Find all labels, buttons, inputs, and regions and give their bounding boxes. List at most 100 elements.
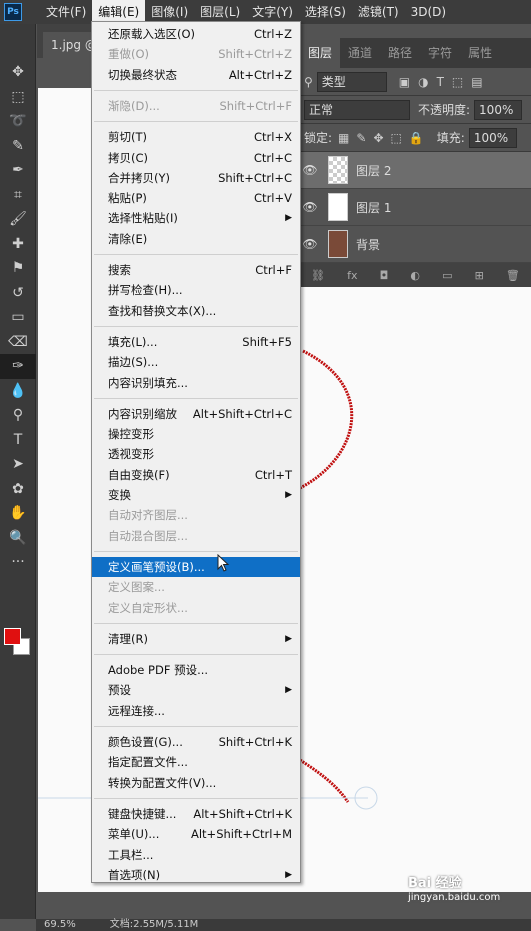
menu-item-label: 透视变形 [108,447,154,462]
menu-item-label: 填充(L)... [108,334,158,349]
edit-menu-item[interactable]: 重做(O) Shift+Ctrl+Z [92,44,300,64]
stamp-icon[interactable]: ⚑ [0,256,36,281]
menu-item-label: 定义图案... [108,580,165,595]
layer-filter-select[interactable]: 类型 [316,71,387,92]
edit-menu-item[interactable]: 变换 ▶ [92,485,300,505]
edit-menu-item[interactable]: 清除(E) [92,229,300,249]
layer-row[interactable]: 👁 图层 2 [300,152,531,189]
eraser-icon[interactable]: ⌫ [0,330,36,355]
path-select-icon[interactable]: ➤ [0,452,36,477]
watermark-url: jingyan.baidu.com [408,892,501,903]
eye-icon[interactable]: 👁 [300,163,320,177]
blur-icon[interactable]: 💧 [0,379,36,404]
panel-tab[interactable]: 图层 [300,38,341,68]
edit-menu-item[interactable]: 选择性粘贴(I) ▶ [92,208,300,228]
panel-tab[interactable]: 通道 [340,38,380,68]
edit-menu-item[interactable]: 透视变形 [92,444,300,464]
more-icon[interactable]: ··· [0,550,36,575]
edit-menu-item[interactable]: 颜色设置(G)... Shift+Ctrl+K [92,732,300,752]
mask-icon[interactable]: ◘ [380,269,389,282]
eye-icon[interactable]: 👁 [300,237,320,251]
foreground-color-swatch[interactable] [4,628,21,645]
menu-item-shortcut: Alt+Ctrl+Z [228,67,292,82]
layer-row[interactable]: 👁 图层 1 [300,189,531,226]
edit-menu-item[interactable]: 内容识别填充... [92,373,300,393]
trash-icon[interactable]: 🗑 [506,269,520,282]
eye-icon[interactable]: 👁 [300,200,320,214]
filter-icons[interactable]: ▣◑T⬚▤ [399,75,491,89]
menubar-item[interactable]: 选择(S) [299,0,352,24]
edit-menu-item[interactable]: 工具栏... [92,845,300,865]
edit-menu-item[interactable]: 合并拷贝(Y) Shift+Ctrl+C [92,168,300,188]
menubar-item[interactable]: 3D(D) [405,0,452,24]
menubar-item[interactable]: 滤镜(T) [352,0,405,24]
edit-menu-item[interactable]: 搜索 Ctrl+F [92,260,300,280]
edit-menu-item[interactable]: 查找和替换文本(X)... [92,301,300,321]
edit-menu-item[interactable]: 切换最终状态 Alt+Ctrl+Z [92,65,300,85]
edit-menu-item[interactable]: 还原载入选区(O) Ctrl+Z [92,24,300,44]
blend-mode-select[interactable]: 正常 [304,99,410,120]
text-icon[interactable]: T [0,428,36,453]
edit-menu-item[interactable]: 清理(R) ▶ [92,629,300,649]
panel-tab[interactable]: 字符 [420,38,460,68]
submenu-arrow-icon: ▶ [285,490,292,500]
edit-menu-item[interactable]: 粘贴(P) Ctrl+V [92,188,300,208]
move-icon[interactable]: ✥ [0,60,36,85]
eyedropper-icon[interactable]: ✒ [0,158,36,183]
edit-menu-item[interactable]: 菜单(U)... Alt+Shift+Ctrl+M [92,824,300,844]
dodge-icon[interactable]: ⚲ [0,403,36,428]
fx-icon[interactable]: fx [347,269,357,282]
edit-menu-item[interactable]: 剪切(T) Ctrl+X [92,127,300,147]
edit-menu-item[interactable]: 自由变换(F) Ctrl+T [92,465,300,485]
shape-icon[interactable]: ✿ [0,477,36,502]
layer-row[interactable]: 👁 背景 [300,226,531,263]
edit-menu-item[interactable]: 定义图案... [92,577,300,597]
marquee-icon[interactable]: ⬚ [0,85,36,110]
menu-item-label: 内容识别缩放 [108,406,177,421]
spot-heal-icon[interactable]: ✚ [0,232,36,257]
layer-filter-row: ⚲ 类型 ▣◑T⬚▤ [300,68,531,96]
zoom-icon[interactable]: 🔍 [0,526,36,551]
lock-label: 锁定: [304,131,333,145]
edit-menu-item[interactable]: 自动混合图层... [92,526,300,546]
fill-input[interactable]: 100% [468,127,517,148]
new-layer-icon[interactable]: ⊞ [475,269,484,282]
edit-menu-item[interactable]: 拼写检查(H)... [92,280,300,300]
edit-menu-item[interactable]: 键盘快捷键... Alt+Shift+Ctrl+K [92,804,300,824]
pen-icon[interactable]: ✑ [0,354,36,379]
panel-tab[interactable]: 属性 [460,38,500,68]
edit-menu-item[interactable]: 转换为配置文件(V)... [92,773,300,793]
edit-menu-item[interactable]: 渐隐(D)... Shift+Ctrl+F [92,96,300,116]
edit-menu-item[interactable]: Adobe PDF 预设... [92,660,300,680]
crop-icon[interactable]: ⌗ [0,183,36,208]
adjustment-icon[interactable]: ◐ [410,269,420,282]
link-icon[interactable]: ⛓ [311,269,325,282]
brush-icon[interactable]: 🖌 [0,207,36,232]
gradient-icon[interactable]: ▭ [0,305,36,330]
panel-tab[interactable]: 路径 [380,38,420,68]
opacity-input[interactable]: 100% [474,99,523,120]
lasso-icon[interactable]: ➰ [0,109,36,134]
edit-menu-item[interactable]: 内容识别缩放 Alt+Shift+Ctrl+C [92,404,300,424]
lock-icons[interactable]: ▦✎✥⬚🔒 [338,131,431,145]
zoom-level[interactable]: 69.5% [44,919,76,931]
layers-panel: 图层 通道 路径 字符 属性 ⚲ 类型 ▣◑T⬚▤ 正常 不透明度: 100% 锁定: … [300,38,531,287]
history-brush-icon[interactable]: ↺ [0,281,36,306]
edit-menu-item[interactable]: 定义自定形状... [92,598,300,618]
edit-menu-item[interactable]: 远程连接... [92,701,300,721]
edit-menu-item[interactable]: 操控变形 [92,424,300,444]
menu-item-label: 指定配置文件... [108,755,188,770]
edit-menu-item[interactable]: 自动对齐图层... [92,505,300,525]
menubar-item[interactable]: 文件(F) [40,0,92,24]
edit-menu-item[interactable]: 描边(S)... [92,352,300,372]
edit-menu-item[interactable]: 拷贝(C) Ctrl+C [92,148,300,168]
folder-icon[interactable]: ▭ [442,269,452,282]
edit-menu-item[interactable]: 指定配置文件... [92,752,300,772]
quick-select-icon[interactable]: ✎ [0,134,36,159]
search-icon: ⚲ [304,74,313,89]
edit-menu-item[interactable]: 填充(L)... Shift+F5 [92,332,300,352]
edit-menu-item[interactable]: 首选项(N) ▶ [92,865,300,885]
edit-menu-item[interactable]: 预设 ▶ [92,680,300,700]
edit-menu-item[interactable]: 定义画笔预设(B)... [92,556,300,577]
hand-icon[interactable]: ✋ [0,501,36,526]
